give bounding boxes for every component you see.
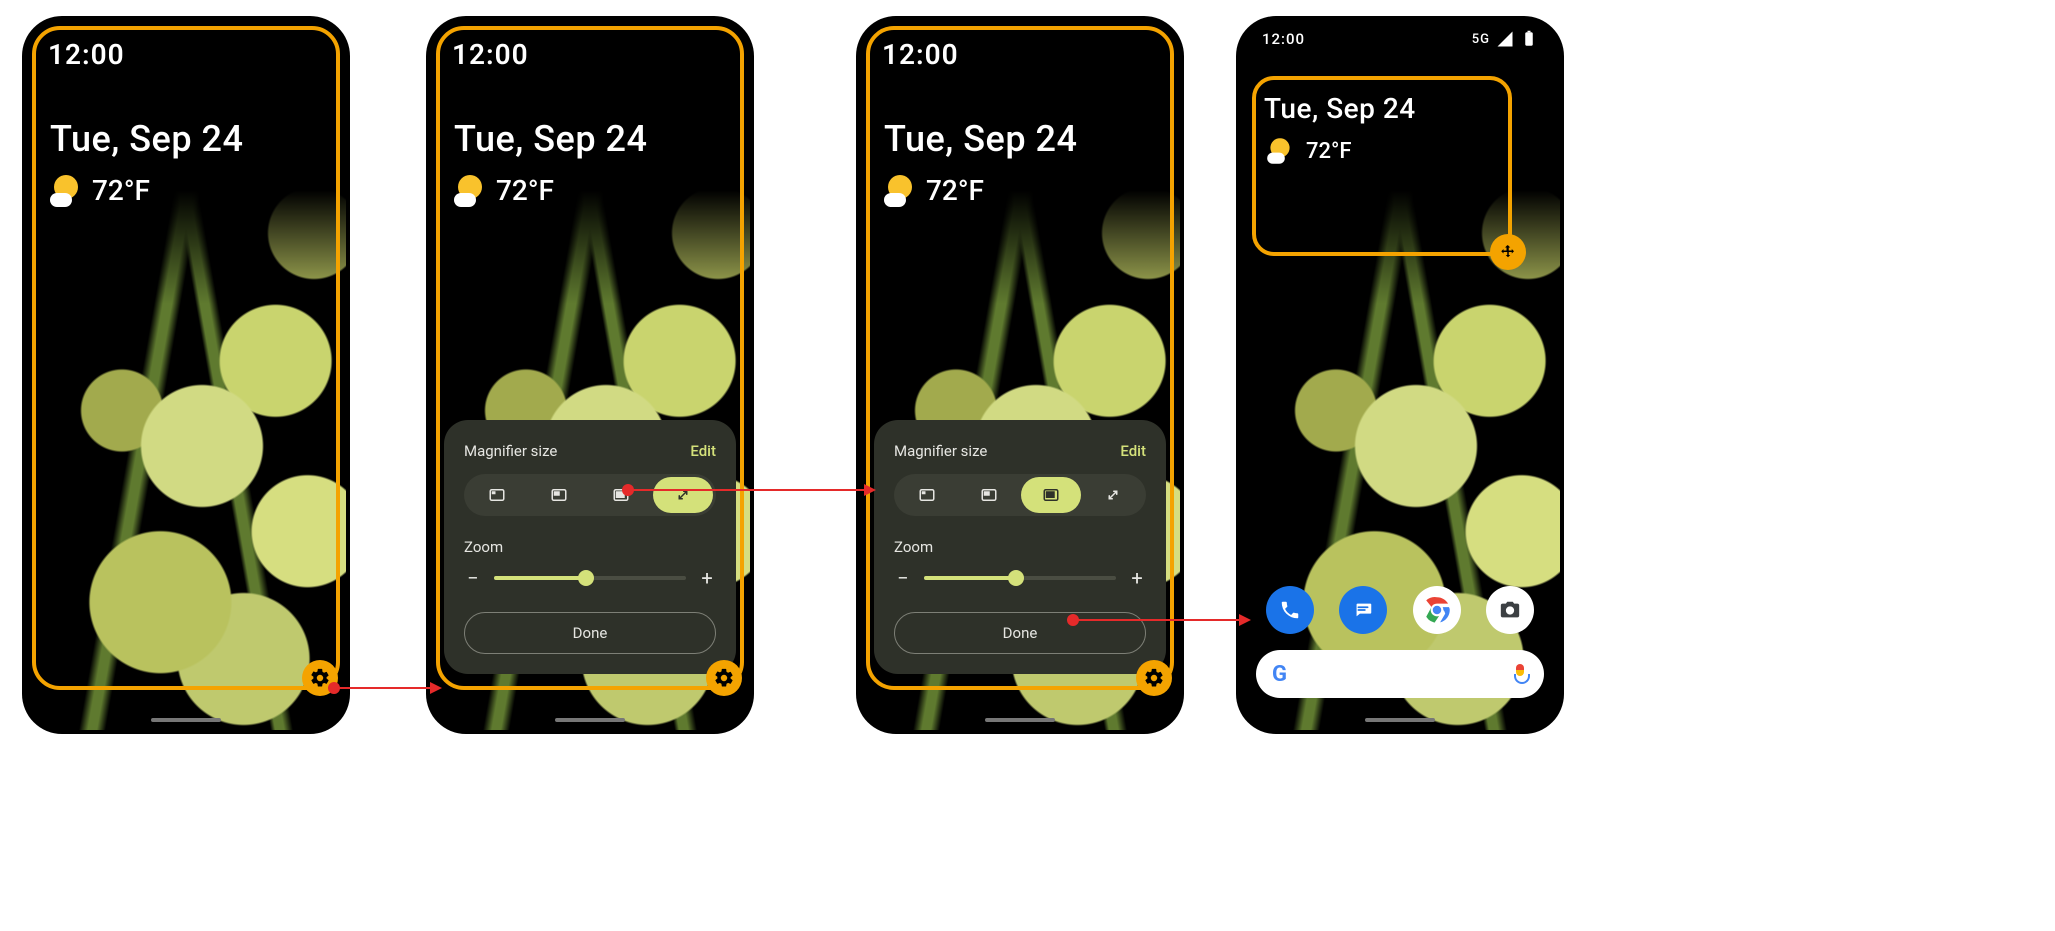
- date-text: Tue, Sep 24: [454, 118, 647, 160]
- nav-handle[interactable]: [1365, 718, 1435, 722]
- google-icon: G: [1272, 662, 1287, 687]
- camera-icon: [1499, 599, 1521, 621]
- size-medium-icon: [550, 486, 568, 504]
- chrome-icon: [1420, 593, 1454, 627]
- size-fullscreen[interactable]: [1083, 477, 1143, 513]
- weather-icon: [454, 175, 486, 207]
- temp-text: 72°F: [496, 174, 554, 207]
- flow-arrow-2: [628, 482, 878, 498]
- weather-row: 72°F: [50, 174, 243, 207]
- nav-handle[interactable]: [985, 718, 1055, 722]
- phone-icon: [1279, 599, 1301, 621]
- date-text: Tue, Sep 24: [1264, 92, 1416, 125]
- app-messages[interactable]: [1339, 586, 1387, 634]
- slider-knob[interactable]: [578, 570, 594, 586]
- signal-icon: [1496, 30, 1514, 48]
- nav-handle[interactable]: [151, 718, 221, 722]
- network-type: 5G: [1472, 32, 1490, 47]
- magnifier-settings-panel: Magnifier size Edit: [444, 420, 736, 674]
- size-medium-icon: [980, 486, 998, 504]
- app-phone[interactable]: [1266, 586, 1314, 634]
- weather-icon: [50, 175, 82, 207]
- touch-marker-3: [1067, 614, 1079, 626]
- temp-text: 72°F: [1306, 139, 1352, 164]
- clock-text: 12:00: [1262, 30, 1305, 48]
- nav-handle[interactable]: [555, 718, 625, 722]
- weather-icon: [1267, 138, 1293, 164]
- slider-fill: [494, 576, 586, 580]
- date-text: Tue, Sep 24: [884, 118, 1077, 160]
- done-button[interactable]: Done: [464, 612, 716, 654]
- status-bar: 12:00 5G: [1262, 30, 1538, 48]
- panel-title: Magnifier size: [464, 442, 557, 460]
- size-small-icon: [488, 486, 506, 504]
- status-bar: 12:00: [882, 38, 1158, 71]
- temp-text: 72°F: [92, 174, 150, 207]
- size-small-icon: [918, 486, 936, 504]
- app-chrome[interactable]: [1413, 586, 1461, 634]
- size-option-row: [894, 474, 1146, 516]
- touch-marker-2: [622, 484, 634, 496]
- status-bar: 12:00: [48, 38, 324, 71]
- date-text: Tue, Sep 24: [50, 118, 243, 160]
- magnifier-settings-button[interactable]: [706, 660, 742, 696]
- screen-4: 12:00 5G Tue, Sep 24 72°F: [1240, 20, 1560, 730]
- status-icons: 5G: [1472, 30, 1538, 48]
- zoom-slider[interactable]: [924, 576, 1116, 580]
- search-bar[interactable]: G: [1256, 650, 1544, 698]
- magnifier-settings-button[interactable]: [1136, 660, 1172, 696]
- messages-icon: [1352, 599, 1374, 621]
- at-a-glance-widget[interactable]: Tue, Sep 24 72°F: [1264, 92, 1416, 167]
- magnifier-settings-panel: Magnifier size Edit: [874, 420, 1166, 674]
- size-medium[interactable]: [959, 477, 1019, 513]
- clock-text: 12:00: [882, 38, 959, 71]
- at-a-glance-widget[interactable]: Tue, Sep 24 72°F: [884, 118, 1077, 207]
- slider-fill: [924, 576, 1016, 580]
- slider-knob[interactable]: [1008, 570, 1024, 586]
- clock-text: 12:00: [48, 38, 125, 71]
- zoom-out-button[interactable]: −: [464, 566, 482, 590]
- dock: [1240, 586, 1560, 634]
- size-large-icon: [1042, 486, 1060, 504]
- zoom-out-button[interactable]: −: [894, 566, 912, 590]
- status-bar: 12:00: [452, 38, 728, 71]
- at-a-glance-widget[interactable]: Tue, Sep 24 72°F: [50, 118, 243, 207]
- zoom-in-button[interactable]: +: [1128, 566, 1146, 590]
- gear-icon: [1143, 667, 1165, 689]
- mic-icon[interactable]: [1512, 664, 1528, 684]
- size-small[interactable]: [467, 477, 527, 513]
- zoom-row: − +: [894, 566, 1146, 590]
- weather-row: 72°F: [884, 174, 1077, 207]
- zoom-label: Zoom: [894, 538, 1146, 556]
- fullscreen-icon: [1104, 486, 1122, 504]
- screen-2: 12:00 Tue, Sep 24 72°F Magnifier size Ed…: [430, 20, 750, 730]
- gear-icon: [713, 667, 735, 689]
- size-small[interactable]: [897, 477, 957, 513]
- flow-arrow-3: [1073, 612, 1253, 628]
- edit-link[interactable]: Edit: [690, 442, 716, 460]
- size-medium[interactable]: [529, 477, 589, 513]
- zoom-slider[interactable]: [494, 576, 686, 580]
- size-large[interactable]: [1021, 477, 1081, 513]
- weather-icon: [884, 175, 916, 207]
- screen-1: 12:00 Tue, Sep 24 72°F: [26, 20, 346, 730]
- weather-row: 72°F: [454, 174, 647, 207]
- done-label: Done: [1003, 624, 1038, 642]
- flow-arrow-1: [334, 680, 444, 696]
- temp-text: 72°F: [926, 174, 984, 207]
- battery-icon: [1520, 30, 1538, 48]
- edit-link[interactable]: Edit: [1120, 442, 1146, 460]
- zoom-label: Zoom: [464, 538, 716, 556]
- at-a-glance-widget[interactable]: Tue, Sep 24 72°F: [454, 118, 647, 207]
- clock-text: 12:00: [452, 38, 529, 71]
- app-camera[interactable]: [1486, 586, 1534, 634]
- weather-row: 72°F: [1264, 135, 1416, 167]
- done-label: Done: [573, 624, 608, 642]
- panel-title: Magnifier size: [894, 442, 987, 460]
- zoom-in-button[interactable]: +: [698, 566, 716, 590]
- zoom-row: − +: [464, 566, 716, 590]
- touch-marker-1: [328, 682, 340, 694]
